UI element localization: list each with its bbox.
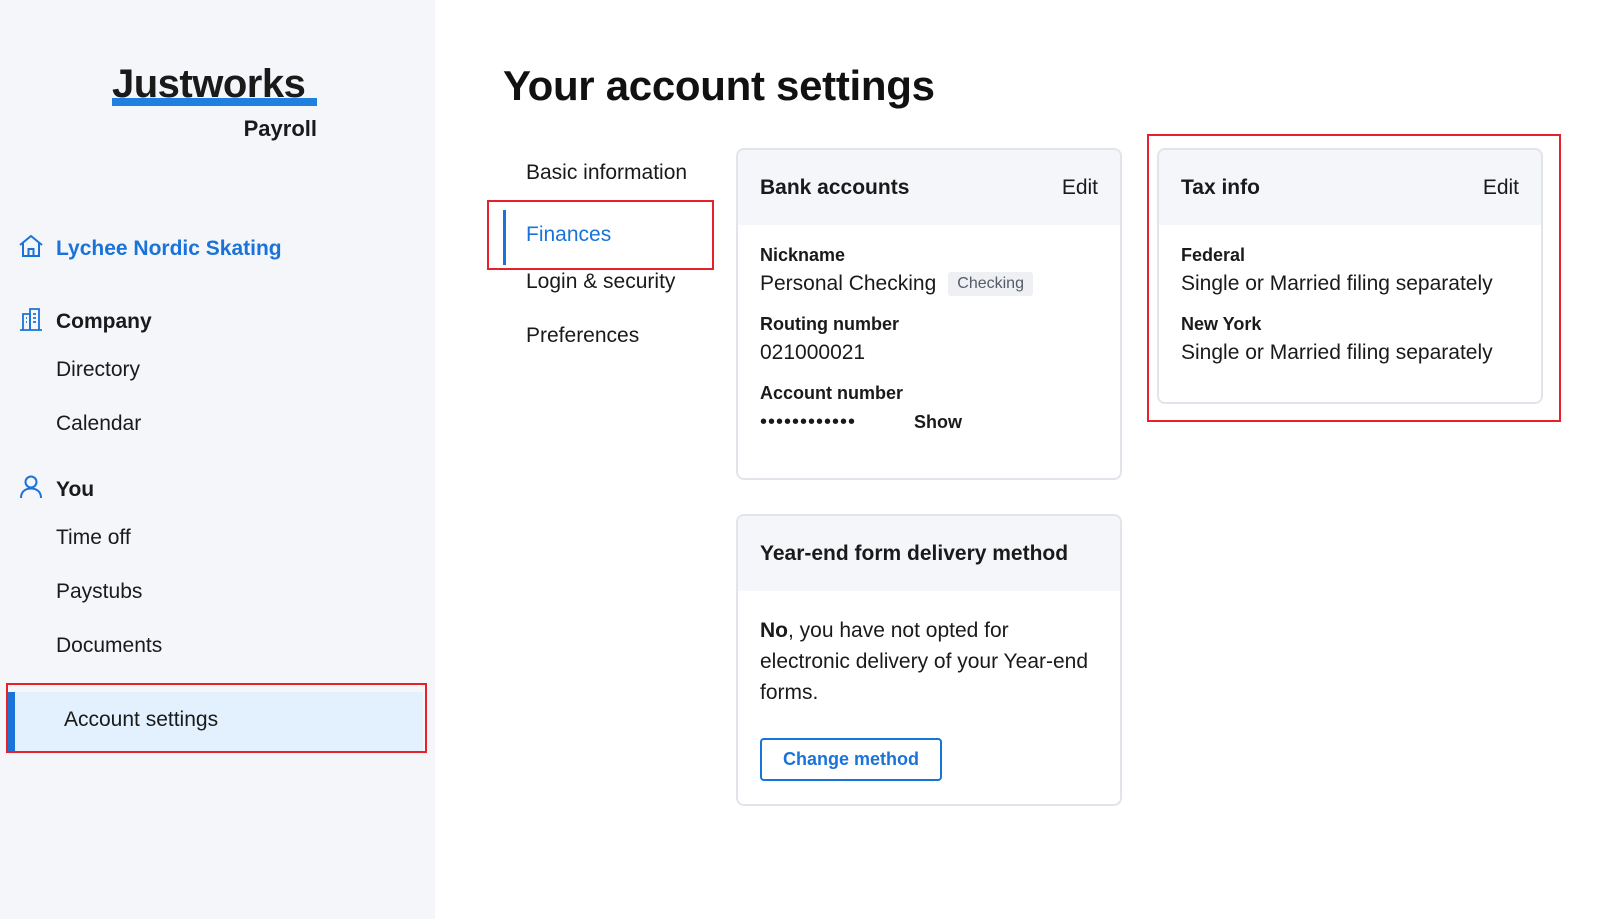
change-method-button[interactable]: Change method — [760, 738, 943, 781]
account-number-row: •••••••••••• Show — [760, 410, 1098, 434]
home-icon — [18, 234, 44, 263]
tax-info-header: Tax info Edit — [1159, 150, 1541, 225]
sidebar-section-company: Company — [18, 306, 152, 337]
sidebar-item-directory[interactable]: Directory — [56, 358, 140, 382]
bank-accounts-header: Bank accounts Edit — [738, 150, 1120, 225]
org-link[interactable]: Lychee Nordic Skating — [18, 234, 282, 263]
sidebar-section-you-label: You — [56, 477, 95, 501]
page-title: Your account settings — [503, 62, 935, 109]
brand-logo[interactable]: Justworks Payroll — [112, 62, 317, 142]
sidebar-section-you: You — [18, 474, 94, 505]
year-end-description: , you have not opted for electronic deli… — [760, 619, 1089, 704]
bank-accounts-card: Bank accounts Edit Nickname Personal Che… — [736, 148, 1122, 480]
nickname-label: Nickname — [760, 245, 846, 265]
account-number-masked: •••••••••••• — [760, 411, 857, 434]
routing-number-value: 021000021 — [760, 341, 866, 365]
sidebar-section-company-label: Company — [56, 309, 152, 333]
account-type-badge: Checking — [948, 272, 1033, 297]
subnav-finances-label: Finances — [526, 223, 612, 246]
person-icon — [18, 474, 44, 505]
subnav-preferences[interactable]: Preferences — [526, 324, 639, 348]
state-label: New York — [1181, 314, 1262, 334]
bank-accounts-title: Bank accounts — [760, 175, 910, 199]
sidebar-item-documents[interactable]: Documents — [56, 634, 162, 658]
nickname-value: Personal Checking — [760, 272, 937, 295]
show-account-number-button[interactable]: Show — [914, 412, 962, 432]
subnav-login-security[interactable]: Login & security — [526, 270, 675, 294]
tax-info-edit-link[interactable]: Edit — [1483, 176, 1519, 200]
subnav-finances[interactable]: Finances — [503, 210, 611, 265]
building-icon — [18, 306, 44, 337]
sidebar-item-account-settings-label: Account settings — [64, 708, 219, 731]
year-end-title: Year-end form delivery method — [760, 541, 1069, 565]
brand-product: Payroll — [243, 116, 317, 141]
year-end-status-text: No, you have not opted for electronic de… — [760, 615, 1098, 708]
federal-value: Single or Married filing separately — [1181, 272, 1493, 295]
sidebar-item-time-off[interactable]: Time off — [56, 526, 131, 550]
sidebar-item-paystubs[interactable]: Paystubs — [56, 580, 142, 604]
org-label: Lychee Nordic Skating — [56, 236, 282, 260]
year-end-delivery-card: Year-end form delivery method No, you ha… — [736, 514, 1122, 806]
routing-number-label: Routing number — [760, 314, 899, 335]
account-number-label: Account number — [760, 383, 904, 404]
year-end-answer: No — [760, 619, 788, 642]
sidebar: Justworks Payroll Lychee Nordic Skating … — [0, 0, 435, 919]
sidebar-item-account-settings[interactable]: Account settings — [8, 692, 423, 752]
nickname-value-row: Personal Checking Checking — [760, 272, 1098, 297]
state-value: Single or Married filing separately — [1181, 341, 1493, 364]
federal-label: Federal — [1181, 245, 1246, 265]
tax-info-title: Tax info — [1181, 175, 1260, 199]
subnav-basic-information[interactable]: Basic information — [526, 161, 687, 185]
tax-info-card: Tax info Edit Federal Single or Married … — [1157, 148, 1543, 404]
brand-name: Justworks — [112, 62, 317, 106]
year-end-header: Year-end form delivery method — [738, 516, 1120, 591]
bank-accounts-edit-link[interactable]: Edit — [1062, 176, 1098, 200]
sidebar-item-calendar[interactable]: Calendar — [56, 412, 141, 436]
